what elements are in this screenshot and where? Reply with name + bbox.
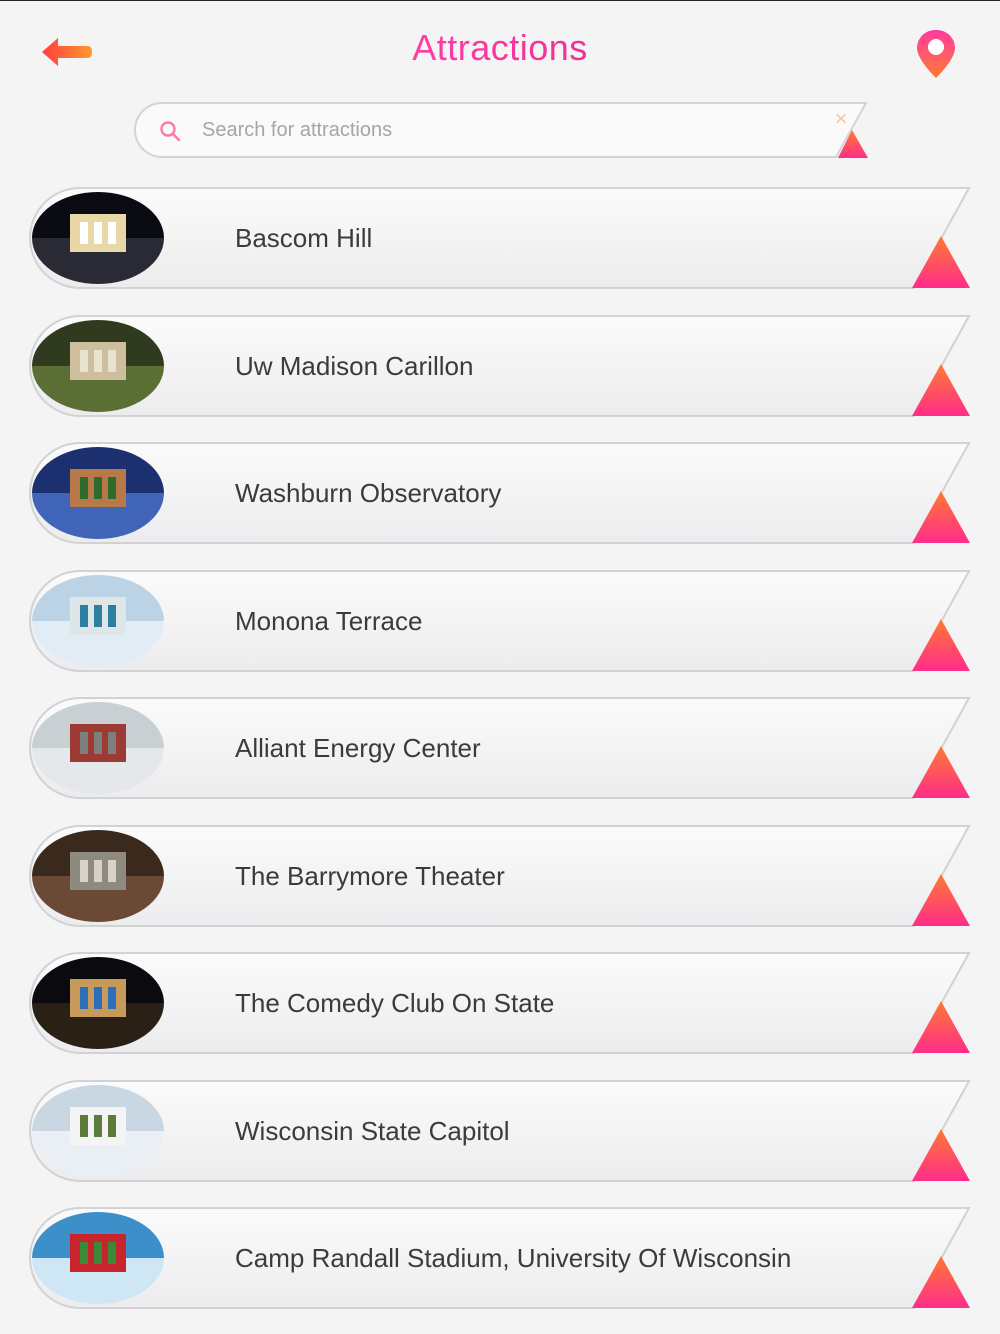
search-icon xyxy=(160,121,181,142)
attraction-name: Camp Randall Stadium, University Of Wisc… xyxy=(235,1243,792,1273)
row-background xyxy=(29,697,971,799)
row-corner-triangle xyxy=(912,619,970,671)
attraction-name: Wisconsin State Capitol xyxy=(235,1116,510,1146)
attraction-row[interactable]: Alliant Energy Center xyxy=(28,696,972,800)
attraction-thumbnail xyxy=(32,575,164,667)
row-corner-triangle xyxy=(912,1129,970,1181)
clear-icon[interactable]: × xyxy=(830,108,852,130)
attraction-name: Washburn Observatory xyxy=(235,478,502,508)
row-corner-triangle xyxy=(912,746,970,798)
row-corner-triangle xyxy=(912,236,970,288)
row-corner-triangle xyxy=(912,1256,970,1308)
row-corner-triangle xyxy=(912,1001,970,1053)
attraction-row[interactable]: The Comedy Club On State xyxy=(28,951,972,1055)
attraction-thumbnail xyxy=(32,192,164,284)
attraction-row[interactable]: Washburn Observatory xyxy=(28,441,972,545)
attraction-row[interactable]: Camp Randall Stadium, University Of Wisc… xyxy=(28,1206,972,1310)
attraction-thumbnail xyxy=(32,1212,164,1304)
attraction-row[interactable]: Uw Madison Carillon xyxy=(28,314,972,418)
attraction-row[interactable]: Bascom Hill xyxy=(28,186,972,290)
attraction-thumbnail xyxy=(32,1085,164,1177)
search-corner-triangle xyxy=(838,130,868,158)
attraction-thumbnail xyxy=(32,957,164,1049)
attraction-thumbnail xyxy=(32,702,164,794)
row-corner-triangle xyxy=(912,491,970,543)
attraction-row[interactable]: Wisconsin State Capitol xyxy=(28,1079,972,1183)
attraction-thumbnail xyxy=(32,830,164,922)
attraction-name: Bascom Hill xyxy=(235,223,373,253)
attraction-name: Alliant Energy Center xyxy=(235,733,481,763)
row-corner-triangle xyxy=(912,364,970,416)
row-corner-triangle xyxy=(912,874,970,926)
attraction-name: Monona Terrace xyxy=(235,606,423,636)
attraction-row[interactable]: The Barrymore Theater xyxy=(28,824,972,928)
row-background xyxy=(29,570,971,672)
row-background xyxy=(29,315,971,417)
attraction-row[interactable]: Monona Terrace xyxy=(28,569,972,673)
row-background xyxy=(29,187,971,289)
attraction-name: Uw Madison Carillon xyxy=(235,351,474,381)
search-input[interactable] xyxy=(196,110,808,150)
attraction-thumbnail xyxy=(32,320,164,412)
attraction-name: The Barrymore Theater xyxy=(235,861,505,891)
attraction-thumbnail xyxy=(32,447,164,539)
attraction-name: The Comedy Club On State xyxy=(235,988,555,1018)
